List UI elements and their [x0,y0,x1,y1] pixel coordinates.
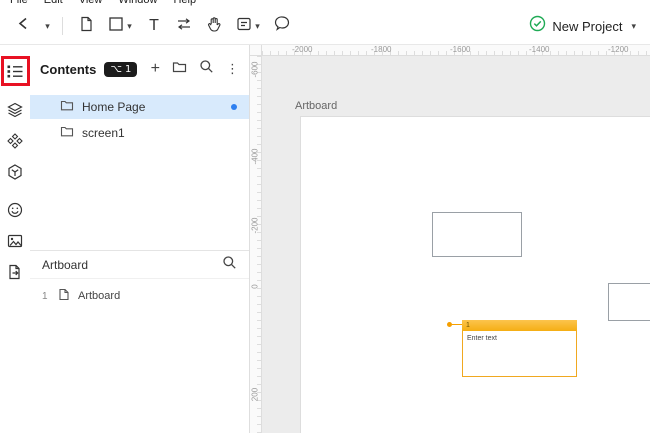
page-label: screen1 [82,126,125,140]
text-tool-icon: T [149,17,159,34]
artboard-icon [58,288,70,304]
text-tool-button[interactable]: T [141,13,167,39]
menubar: File Edit View Window Help [0,0,650,8]
folder-icon [60,99,74,115]
ruler-label: -1800 [371,45,392,54]
layer-row-artboard[interactable]: 1 Artboard [30,284,249,308]
ruler-label: -200 [250,217,260,234]
add-page-button[interactable]: + [151,61,160,77]
rectangle-shape[interactable] [432,212,522,257]
shortcut-badge: ⌥ 1 [104,61,138,77]
rectangle-icon [108,16,124,37]
project-menu[interactable]: New Project ▾ [529,15,636,37]
check-circle-icon [529,15,546,37]
contents-panel: Contents ⌥ 1 + ⋮ Home Page screen1 Artbo… [30,45,250,433]
speech-bubble-icon [274,15,291,37]
artboard-section-header: Artboard [30,251,249,279]
layers-panel-icon[interactable] [0,96,30,124]
ruler-label: -1400 [529,45,550,54]
image-panel-icon[interactable] [0,227,30,255]
project-name: New Project [552,18,623,34]
artboard-title-label[interactable]: Artboard [295,100,337,112]
menu-window[interactable]: Window [118,0,157,8]
widget-text: Enter text [467,335,497,342]
app-window: File Edit View Window Help ▾ ▾ T ▾ New P… [0,0,650,433]
toolbar-separator [62,17,63,35]
pages-panel-icon[interactable] [0,57,30,85]
vertical-ruler: -600 -400 -200 0 200 [250,56,262,433]
note-tool-button[interactable]: ▾ [231,13,265,39]
search-layers-button[interactable] [222,255,237,275]
more-options-button[interactable]: ⋮ [226,62,239,77]
widget-anchor-line [452,324,462,325]
ruler-label: -1600 [450,45,471,54]
comment-tool-button[interactable] [269,13,295,39]
connector-tool-button[interactable] [171,13,197,39]
canvas-region: -2000 -1800 -1600 -1400 -1200 -600 -400 … [250,45,650,433]
canvas-area[interactable]: Artboard 1 Enter text [262,56,650,433]
toolbar: ▾ ▾ T ▾ New Project ▾ [0,8,650,45]
selected-page-dot [231,104,237,110]
menu-view[interactable]: View [79,0,103,8]
page-label: Home Page [82,100,146,114]
export-panel-icon[interactable] [0,258,30,286]
history-dropdown[interactable]: ▾ [40,13,52,39]
document-icon [78,16,94,37]
chevron-left-icon [18,17,28,35]
artboard-section-title: Artboard [42,257,89,272]
search-pages-button[interactable] [199,59,214,79]
icon-rail [0,45,30,433]
new-page-button[interactable] [73,13,99,39]
page-row-home[interactable]: Home Page [30,95,249,119]
widgets-panel-icon[interactable] [0,158,30,186]
ruler-label: 0 [250,284,260,289]
ruler-label: -2000 [292,45,313,54]
contents-header: Contents ⌥ 1 + ⋮ [30,45,249,89]
ruler-label: -600 [250,61,260,78]
text-widget-header[interactable]: 1 [462,320,577,331]
ruler-label: -400 [250,148,260,165]
rectangle-shape-partial[interactable] [608,283,650,321]
contents-title: Contents [40,61,97,77]
ruler-label: 200 [250,387,260,402]
back-button[interactable] [10,13,36,39]
layer-label: Artboard [78,290,121,302]
artboard-section: Artboard 1 Artboard [30,250,249,308]
text-widget-body[interactable]: Enter text [462,331,577,377]
hand-icon [206,16,222,37]
emoji-panel-icon[interactable] [0,196,30,224]
menu-file[interactable]: File [10,0,28,8]
chevron-down-icon: ▾ [255,20,260,31]
page-row-screen1[interactable]: screen1 [30,121,249,145]
chevron-down-icon: ▾ [127,20,132,31]
artboard[interactable] [300,116,650,433]
ruler-label: -1200 [608,45,629,54]
shape-tool-button[interactable]: ▾ [103,13,137,39]
folder-icon [60,125,74,141]
components-panel-icon[interactable] [0,127,30,155]
chevron-down-icon: ▾ [631,20,636,31]
hand-tool-button[interactable] [201,13,227,39]
chevron-down-icon: ▾ [45,20,50,31]
page-list: Home Page screen1 [30,95,249,145]
note-icon [236,16,252,37]
widget-badge: 1 [466,322,470,329]
horizontal-ruler: -2000 -1800 -1600 -1400 -1200 [262,45,650,56]
layer-index: 1 [42,290,48,302]
menu-help[interactable]: Help [173,0,196,8]
menu-edit[interactable]: Edit [44,0,63,8]
flow-arrows-icon [176,16,192,37]
new-folder-button[interactable] [172,60,187,79]
